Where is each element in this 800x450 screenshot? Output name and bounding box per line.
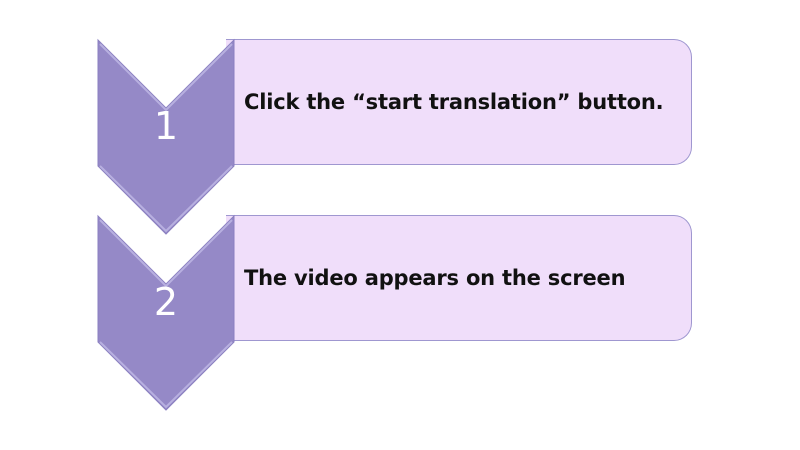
step-2-number: 2: [153, 280, 179, 324]
process-step-2: The video appears on the screen 2: [0, 214, 800, 414]
vertical-chevron-process: Click the “start translation” button. 1 …: [0, 0, 800, 450]
step-1-text: Click the “start translation” button.: [244, 90, 664, 114]
step-1-text-box: Click the “start translation” button.: [226, 39, 692, 165]
step-2-text-box: The video appears on the screen: [226, 215, 692, 341]
step-1-number: 1: [153, 104, 179, 148]
process-step-1: Click the “start translation” button. 1: [0, 38, 800, 238]
step-2-text: The video appears on the screen: [244, 266, 626, 290]
